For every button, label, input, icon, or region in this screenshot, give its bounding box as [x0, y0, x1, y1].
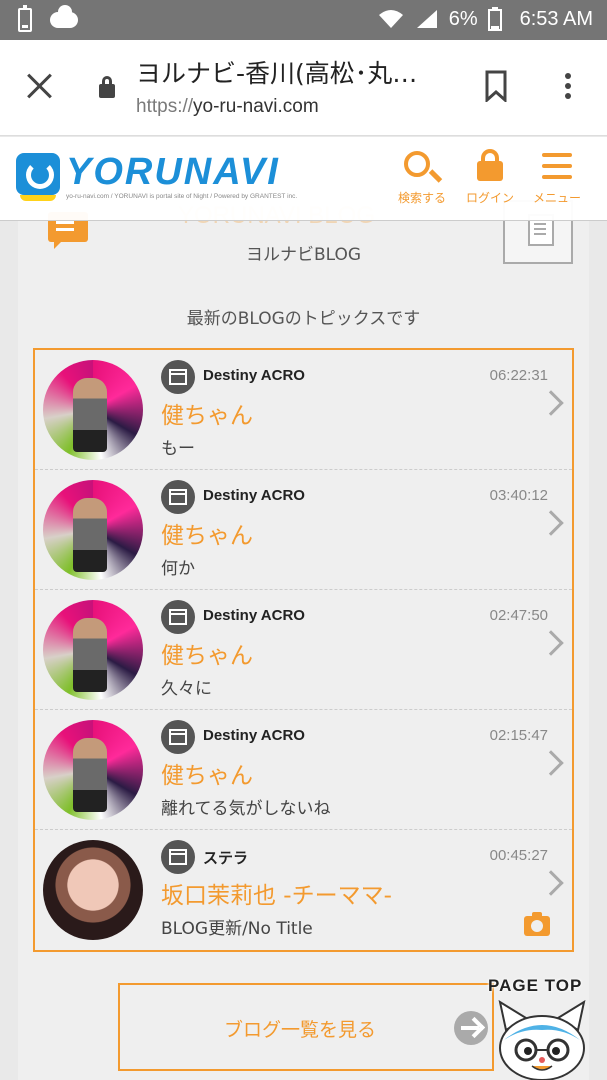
- battery-percent: 6%: [448, 7, 478, 30]
- camera-icon: [524, 912, 550, 936]
- page-title: ヨルナビ-香川(高松･丸…: [136, 59, 418, 88]
- bookmark-icon: [485, 70, 507, 104]
- more-options-button[interactable]: [558, 70, 578, 102]
- bookmark-button[interactable]: [484, 70, 508, 104]
- list-item[interactable]: Destiny ACRO 02:47:50 健ちゃん 久々に: [35, 590, 572, 710]
- post-time: 03:40:12: [489, 487, 548, 504]
- clock: 6:53 AM: [519, 7, 593, 30]
- post-time: 02:15:47: [489, 727, 548, 744]
- cloud-icon: [50, 5, 78, 28]
- search-button[interactable]: 検索する: [392, 149, 452, 206]
- dot-icon: [565, 73, 571, 79]
- site-logo[interactable]: YORUNAVI yo-ru-navi.com / YORUNAVI is po…: [16, 151, 306, 207]
- shop-name: Destiny ACRO: [203, 607, 305, 624]
- blog-topic-list: Destiny ACRO 06:22:31 健ちゃん もー Destiny AC…: [33, 348, 574, 952]
- post-time: 06:22:31: [489, 367, 548, 384]
- avatar: [43, 720, 143, 820]
- logo-text: YORUNAVI: [66, 151, 280, 193]
- login-label: ログイン: [465, 191, 514, 205]
- post-excerpt: 離れてる気がしないね: [161, 799, 331, 819]
- login-button[interactable]: ログイン: [460, 149, 520, 206]
- search-icon: [404, 151, 430, 177]
- author-name: 健ちゃん: [161, 523, 253, 549]
- avatar: [43, 600, 143, 700]
- post-excerpt: もー: [161, 439, 195, 459]
- avatar: [43, 480, 143, 580]
- list-item[interactable]: Destiny ACRO 03:40:12 健ちゃん 何か: [35, 470, 572, 590]
- url-host: yo-ru-navi.com: [193, 96, 319, 117]
- shop-icon: [161, 480, 195, 514]
- url-scheme: https://: [136, 96, 194, 117]
- menu-button[interactable]: メニュー: [527, 149, 587, 206]
- shop-name: Destiny ACRO: [203, 487, 305, 504]
- hamburger-icon: [542, 153, 572, 179]
- cat-mascot-icon: [498, 1000, 586, 1080]
- chevron-right-icon: [538, 390, 564, 416]
- shop-name: Destiny ACRO: [203, 367, 305, 384]
- chevron-right-icon: [538, 630, 564, 656]
- status-bar: 6% 6:53 AM: [0, 0, 607, 40]
- chevron-right-icon: [538, 750, 564, 776]
- arrow-right-circle-icon: [454, 1011, 488, 1045]
- list-item[interactable]: ステラ 00:45:27 坂口茉莉也 -チーママ- BLOG更新/No Titl…: [35, 830, 572, 950]
- page-top-button[interactable]: PAGE TOP: [488, 974, 602, 1080]
- site-header: YORUNAVI yo-ru-navi.com / YORUNAVI is po…: [0, 137, 607, 221]
- logo-mark-icon: [16, 153, 60, 201]
- battery-icon: [487, 7, 502, 31]
- shop-name: Destiny ACRO: [203, 727, 305, 744]
- dot-icon: [565, 93, 571, 99]
- chevron-right-icon: [538, 510, 564, 536]
- section-subtitle: 最新のBLOGのトピックスです: [186, 309, 421, 329]
- list-item[interactable]: Destiny ACRO 06:22:31 健ちゃん もー: [35, 350, 572, 470]
- wifi-icon: [378, 10, 403, 28]
- page-url[interactable]: https://yo-ru-navi.com: [136, 96, 319, 118]
- avatar: [43, 360, 143, 460]
- shop-name: ステラ: [203, 850, 249, 867]
- search-label: 検索する: [397, 191, 446, 205]
- signal-icon: [416, 10, 437, 28]
- shop-icon: [161, 360, 195, 394]
- author-name: 健ちゃん: [161, 403, 253, 429]
- dot-icon: [565, 83, 571, 89]
- view-blog-list-button[interactable]: ブログ一覧を見る: [118, 983, 494, 1071]
- browser-toolbar: ヨルナビ-香川(高松･丸… https://yo-ru-navi.com: [0, 40, 607, 136]
- author-name: 健ちゃん: [161, 643, 253, 669]
- lock-icon: [477, 149, 503, 181]
- post-time: 00:45:27: [489, 847, 548, 864]
- blog-section: YORUNAVI BLOG ヨルナビBLOG 最新のBLOGのトピックスです D…: [18, 180, 589, 1080]
- avatar: [43, 840, 143, 940]
- battery-charging-icon: [18, 5, 32, 32]
- close-tab-button[interactable]: [24, 70, 56, 102]
- shop-icon: [161, 600, 195, 634]
- view-blog-list-label: ブログ一覧を見る: [223, 1019, 376, 1041]
- menu-label: メニュー: [532, 191, 581, 205]
- shop-icon: [161, 720, 195, 754]
- author-name: 坂口茉莉也 -チーママ-: [161, 883, 392, 909]
- chevron-right-icon: [538, 870, 564, 896]
- page-top-label: PAGE TOP: [488, 976, 583, 995]
- list-item[interactable]: Destiny ACRO 02:15:47 健ちゃん 離れてる気がしないね: [35, 710, 572, 830]
- lock-icon: [99, 76, 115, 98]
- post-excerpt: 何か: [161, 559, 195, 579]
- post-excerpt: BLOG更新/No Title: [161, 919, 313, 939]
- shop-icon: [161, 840, 195, 874]
- post-time: 02:47:50: [489, 607, 548, 624]
- post-excerpt: 久々に: [161, 679, 212, 699]
- logo-tagline: yo-ru-navi.com / YORUNAVI is portal site…: [66, 193, 298, 200]
- author-name: 健ちゃん: [161, 763, 253, 789]
